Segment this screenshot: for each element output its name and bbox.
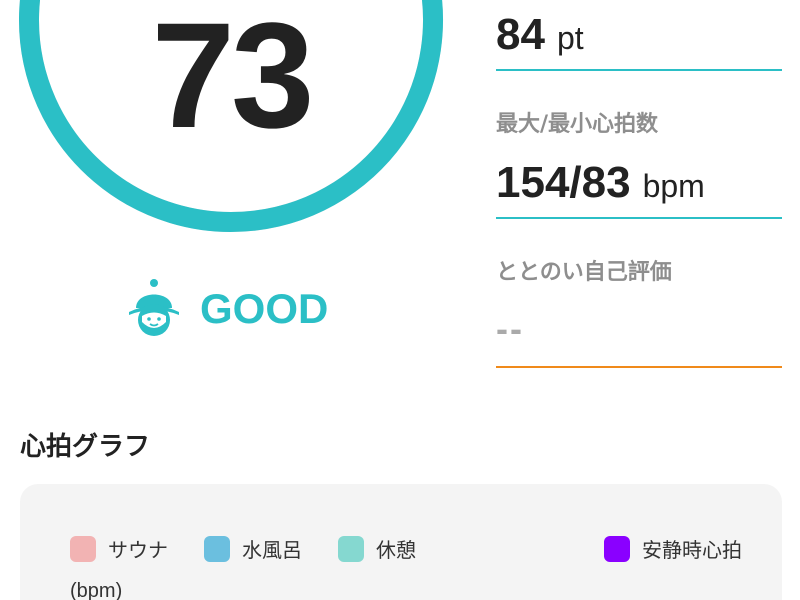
legend-item-rest: 休憩 [338, 534, 416, 563]
divider [496, 217, 782, 219]
self-eval-underline [496, 366, 782, 368]
points-value: 84 [496, 10, 545, 59]
self-eval-value[interactable]: -- [496, 308, 524, 350]
legend-swatch-resting-heart-rate [604, 535, 630, 562]
sauna-result-screen: 73 GOOD 84 pt 最大/最小心拍数 154/83 bpm ととのい自己評価… [0, 0, 800, 600]
legend-label-resting-heart-rate: 安静時心拍 [642, 538, 742, 562]
self-eval-label: ととのい自己評価 [496, 260, 672, 285]
legend-swatch-cold-bath [204, 535, 230, 562]
points-stat: 84 pt [496, 10, 584, 60]
heart-rate-label: 最大/最小心拍数 [496, 112, 659, 137]
legend-label-cold-bath: 水風呂 [242, 538, 302, 562]
legend-label-rest: 休憩 [376, 538, 416, 562]
legend-label-sauna: サウナ [108, 538, 168, 562]
points-unit: pt [556, 20, 584, 56]
divider [496, 69, 782, 71]
y-axis-unit: (bpm) [70, 580, 123, 600]
sauna-hat-face-icon [129, 279, 179, 336]
heart-rate-stat: 154/83 bpm [496, 158, 705, 208]
legend-swatch-sauna [70, 535, 96, 562]
rating-label: GOOD [200, 285, 329, 332]
legend-item-sauna: サウナ [70, 534, 168, 563]
legend-item-cold-bath: 水風呂 [204, 534, 302, 563]
heart-rate-unit: bpm [642, 168, 705, 204]
heart-rate-graph-title: 心拍グラフ [20, 432, 151, 462]
legend-item-resting-heart-rate: 安静時心拍 [604, 534, 742, 563]
heart-rate-graph-card: サウナ 水風呂 休憩 安静時心拍 (bpm) [20, 484, 782, 600]
score-value: 73 [151, 0, 315, 159]
heart-rate-value: 154/83 [496, 158, 631, 207]
legend-swatch-rest [338, 535, 364, 562]
rating-badge: GOOD [126, 276, 328, 342]
